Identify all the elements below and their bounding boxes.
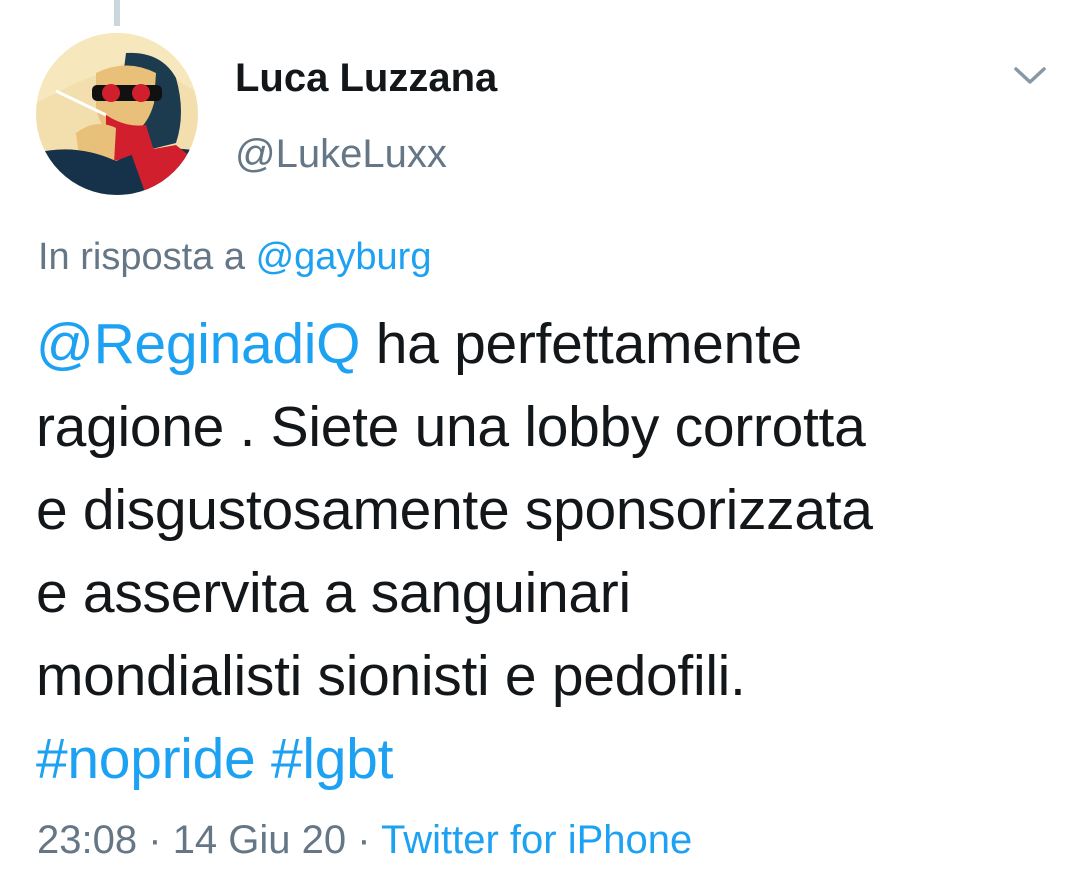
tweet-line-5: mondialisti sionisti e pedofili.: [36, 644, 746, 708]
hashtag-link-lgbt[interactable]: #lgbt: [271, 727, 393, 791]
avatar[interactable]: [36, 33, 198, 195]
tweet-line-3: e disgustosamente sponsorizzata: [36, 478, 873, 542]
tweet-hashtags: #nopride #lgbt: [36, 718, 1066, 801]
tweet-line-1-text: ha perfettamente: [360, 312, 802, 376]
reply-context: In risposta a @gayburg: [38, 236, 431, 279]
tweet-line-2: ragione . Siete una lobby corrotta: [36, 395, 866, 459]
avatar-image: [36, 33, 198, 195]
tweet-source-link[interactable]: Twitter for iPhone: [381, 818, 692, 862]
tweet-line-4: e asservita a sanguinari: [36, 561, 631, 625]
tweet-line-1: @ReginadiQ ha perfettamente: [36, 303, 1066, 386]
meta-separator: ·: [148, 818, 162, 862]
tweet-menu-button[interactable]: [1010, 60, 1050, 90]
reply-to-mention-link[interactable]: @gayburg: [256, 236, 432, 278]
thread-connector-line: [114, 0, 120, 26]
author-display-name[interactable]: Luca Luzzana: [235, 56, 497, 101]
mention-link[interactable]: @ReginadiQ: [36, 312, 361, 376]
tweet-date: 14 Giu 20: [172, 818, 347, 862]
meta-separator: ·: [357, 818, 371, 862]
hashtag-link-nopride[interactable]: #nopride: [36, 727, 256, 791]
tweet-time: 23:08: [37, 818, 138, 862]
chevron-down-icon: [1014, 67, 1046, 84]
author-handle[interactable]: @LukeLuxx: [235, 132, 447, 177]
reply-prefix: In risposta a: [38, 236, 245, 278]
tweet-text: @ReginadiQ ha perfettamente ragione . Si…: [36, 303, 1066, 801]
tweet-metadata: 23:08 · 14 Giu 20 · Twitter for iPhone: [37, 818, 692, 863]
